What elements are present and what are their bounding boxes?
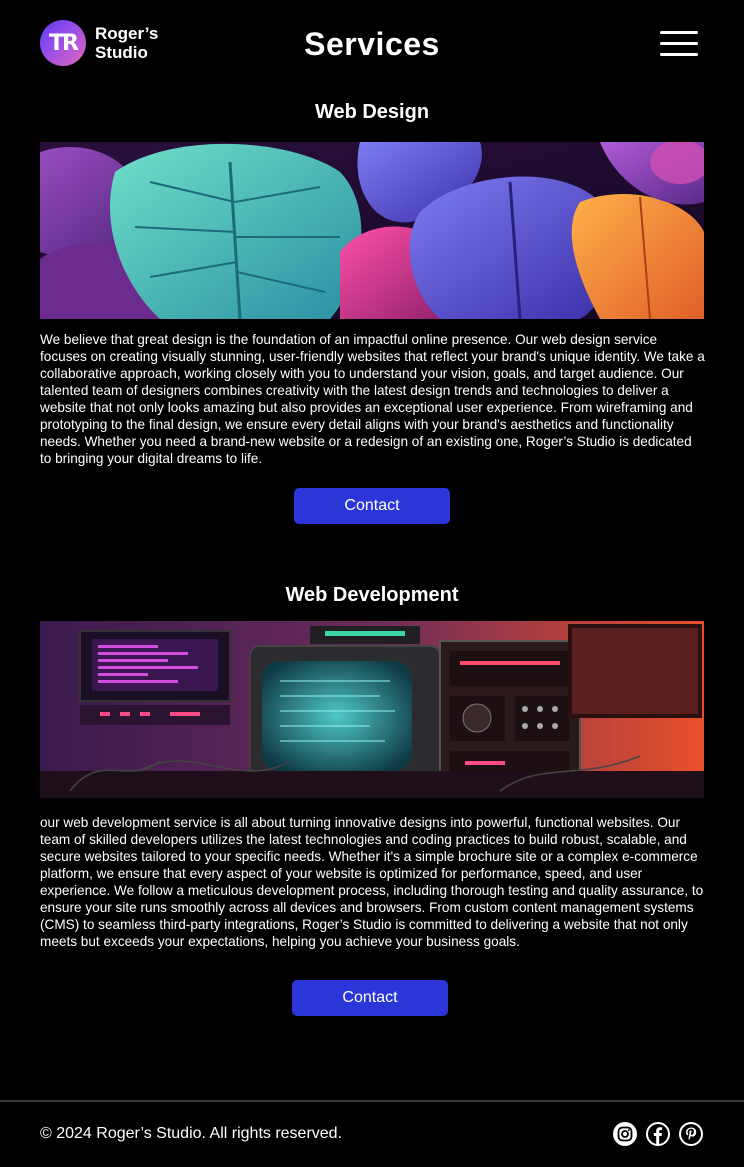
section-title-web-design: Web Design: [314, 101, 430, 123]
web-development-description: our web development service is all about…: [40, 815, 704, 949]
footer-divider: [0, 1100, 744, 1102]
site-header: TR Roger’s Studio Services: [0, 0, 744, 90]
hamburger-menu-icon[interactable]: [660, 31, 698, 57]
neon-monstera-leaves-image: [40, 142, 704, 319]
contact-button-web-design[interactable]: Contact: [294, 488, 450, 524]
contact-button-web-development[interactable]: Contact: [292, 980, 448, 1016]
web-design-description: We believe that great design is the foun…: [40, 332, 705, 466]
retro-computer-monitors-image: [40, 621, 704, 798]
copyright-text: © 2024 Roger’s Studio. All rights reserv…: [40, 1125, 343, 1142]
instagram-icon[interactable]: [613, 1122, 637, 1146]
section-title-web-development: Web Development: [285, 584, 459, 606]
pinterest-icon[interactable]: [679, 1122, 703, 1146]
page-title: Services: [304, 26, 440, 62]
facebook-icon[interactable]: [646, 1122, 670, 1146]
